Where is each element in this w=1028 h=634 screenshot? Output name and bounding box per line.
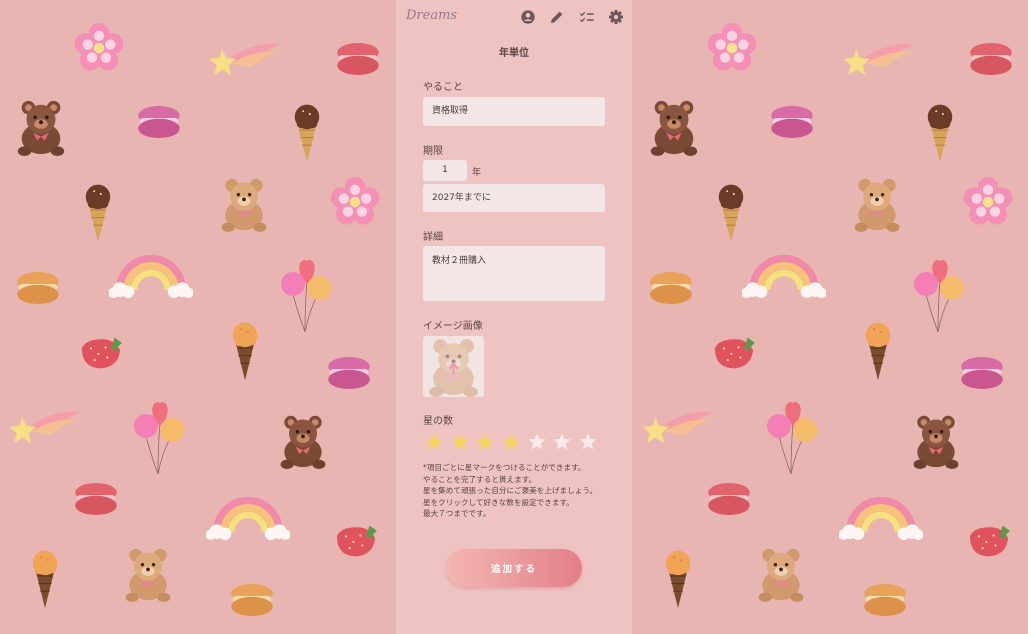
page-title: 年単位 [499, 48, 529, 59]
macaron-icon [958, 355, 1006, 391]
ice-cream-icon [712, 178, 750, 244]
deadline-label: 期限 [423, 146, 443, 157]
star-icon-filled[interactable] [501, 432, 521, 452]
macaron-icon [14, 270, 62, 306]
balloons-icon [131, 392, 189, 476]
left-wallpaper [0, 0, 396, 634]
star-icon-filled[interactable] [475, 432, 495, 452]
ice-cream-icon [659, 544, 697, 610]
app-header: Dreams [396, 0, 632, 34]
teddy-bear-upload-icon [423, 336, 484, 397]
teddy-bear-icon [753, 543, 809, 605]
star-icon-empty[interactable] [578, 432, 598, 452]
balloons-icon [278, 250, 336, 334]
ice-cream-icon [26, 544, 64, 610]
rainbow-icon [742, 246, 826, 298]
main-panel: Dreams 年単位 やること 資格取得 期限 1 年 2027年までに 詳細 … [396, 0, 632, 634]
account-circle-icon[interactable] [520, 9, 536, 25]
macaron-icon [325, 355, 373, 391]
star-icon-filled[interactable] [450, 432, 470, 452]
right-wallpaper [632, 0, 1028, 634]
flower-icon [329, 176, 381, 228]
flower-icon [962, 176, 1014, 228]
hint-line: 星を集めて頑張った自分にご褒美を上げましょう。 [423, 486, 598, 496]
macaron-icon [334, 41, 382, 77]
ice-cream-icon [288, 98, 326, 164]
rainbow-icon [839, 488, 923, 540]
app-logo[interactable]: Dreams [406, 8, 457, 23]
strawberry-icon [333, 520, 379, 560]
teddy-bear-icon [216, 174, 272, 234]
balloons-icon [911, 250, 969, 334]
pencil-icon[interactable] [549, 9, 565, 25]
gear-icon[interactable] [608, 9, 624, 25]
shooting-star-icon [641, 404, 717, 446]
shooting-star-icon [208, 36, 284, 78]
teddy-bear-icon [275, 410, 331, 472]
teddy-bear-icon [908, 410, 964, 472]
teddy-bear-icon [12, 96, 70, 158]
deadline-by-field[interactable]: 2027年までに [423, 184, 605, 212]
macaron-icon [72, 481, 120, 517]
detail-label: 詳細 [423, 232, 443, 243]
teddy-bear-icon [120, 543, 176, 605]
star-icon-filled[interactable] [424, 432, 444, 452]
strawberry-icon [76, 332, 126, 372]
rainbow-icon [109, 246, 193, 298]
macaron-icon [967, 41, 1015, 77]
deadline-years-input[interactable]: 1 [423, 160, 467, 181]
teddy-bear-icon [645, 96, 703, 158]
todo-label: やること [423, 82, 463, 93]
stars-hint: *項目ごとに星マークをつけることができます。 やることを完了すると貰えます。 星… [423, 462, 623, 520]
deadline-years-unit: 年 [472, 168, 482, 178]
ice-cream-icon [79, 178, 117, 244]
star-icon-empty[interactable] [552, 432, 572, 452]
macaron-icon [228, 582, 276, 618]
flower-icon [706, 22, 758, 74]
shooting-star-icon [8, 404, 84, 446]
hint-line: *項目ごとに星マークをつけることができます。 [423, 463, 586, 472]
stars-label: 星の数 [423, 416, 453, 427]
macaron-icon [768, 104, 816, 140]
hint-line: 星をクリックして好きな数を設定できます。 [423, 497, 574, 507]
ice-cream-icon [226, 316, 264, 382]
shooting-star-icon [842, 36, 918, 78]
todo-input[interactable]: 資格取得 [423, 97, 605, 126]
macaron-icon [135, 104, 183, 140]
teddy-bear-icon [849, 174, 905, 234]
macaron-icon [705, 481, 753, 517]
ice-cream-icon [859, 316, 897, 382]
hint-line: 最大７つまでです。 [423, 509, 491, 519]
image-label: イメージ画像 [423, 321, 483, 332]
ice-cream-icon [921, 98, 959, 164]
macaron-icon [861, 582, 909, 618]
checklist-icon[interactable] [579, 9, 595, 25]
add-button[interactable]: 追加する [446, 549, 582, 587]
macaron-icon [647, 270, 695, 306]
detail-textarea[interactable]: 教材２冊購入 [423, 246, 605, 301]
strawberry-icon [966, 520, 1012, 560]
star-icon-empty[interactable] [527, 432, 547, 452]
rainbow-icon [206, 488, 290, 540]
strawberry-icon [709, 332, 759, 372]
balloons-icon [764, 392, 822, 476]
hint-line: やることを完了すると貰えます。 [423, 474, 537, 484]
image-upload-button[interactable] [423, 336, 484, 397]
flower-icon [73, 22, 125, 74]
